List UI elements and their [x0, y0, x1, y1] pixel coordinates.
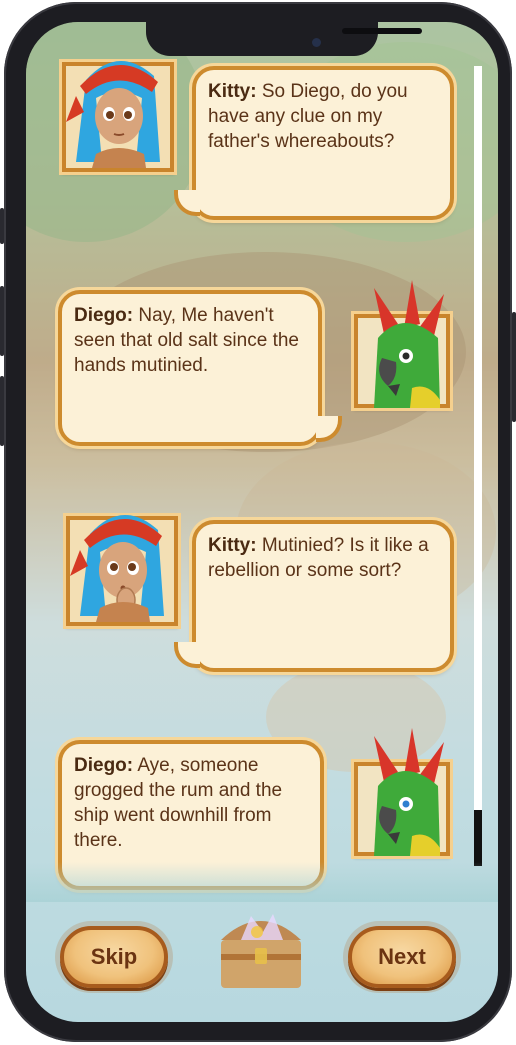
- dialogue-bubble-2: Diego: Nay, Me haven't seen that old sal…: [58, 290, 322, 446]
- diego-parrot-portrait-icon: [354, 728, 450, 856]
- dialogue-bubble-1: Kitty: So Diego, do you have any clue on…: [192, 66, 454, 220]
- kitty-portrait-icon: [66, 514, 178, 626]
- game-screen: Kitty: So Diego, do you have any clue on…: [26, 22, 498, 1022]
- notch: [146, 22, 422, 56]
- mute-switch: [0, 208, 4, 244]
- scrollbar-thumb[interactable]: [474, 810, 482, 866]
- treasure-chest-icon[interactable]: [211, 902, 311, 994]
- speaker-name: Diego:: [74, 305, 134, 326]
- speaker-name: Kitty:: [208, 81, 257, 102]
- front-camera: [312, 38, 321, 47]
- kitty-portrait-icon: [62, 60, 174, 172]
- power-button: [512, 312, 516, 422]
- volume-down-button: [0, 376, 4, 446]
- speaker-name: Kitty:: [208, 535, 257, 556]
- earpiece-speaker: [342, 28, 422, 34]
- dialogue-bubble-3: Kitty: Mutinied? Is it like a rebellion …: [192, 520, 454, 672]
- dialogue-fade: [26, 862, 498, 902]
- phone-frame: Kitty: So Diego, do you have any clue on…: [0, 2, 516, 1042]
- next-button[interactable]: Next: [348, 926, 456, 988]
- diego-parrot-portrait-icon: [354, 280, 450, 408]
- dialogue-scrollbar[interactable]: [474, 66, 482, 866]
- skip-button[interactable]: Skip: [60, 926, 168, 988]
- volume-up-button: [0, 286, 4, 356]
- speaker-name: Diego:: [74, 755, 134, 776]
